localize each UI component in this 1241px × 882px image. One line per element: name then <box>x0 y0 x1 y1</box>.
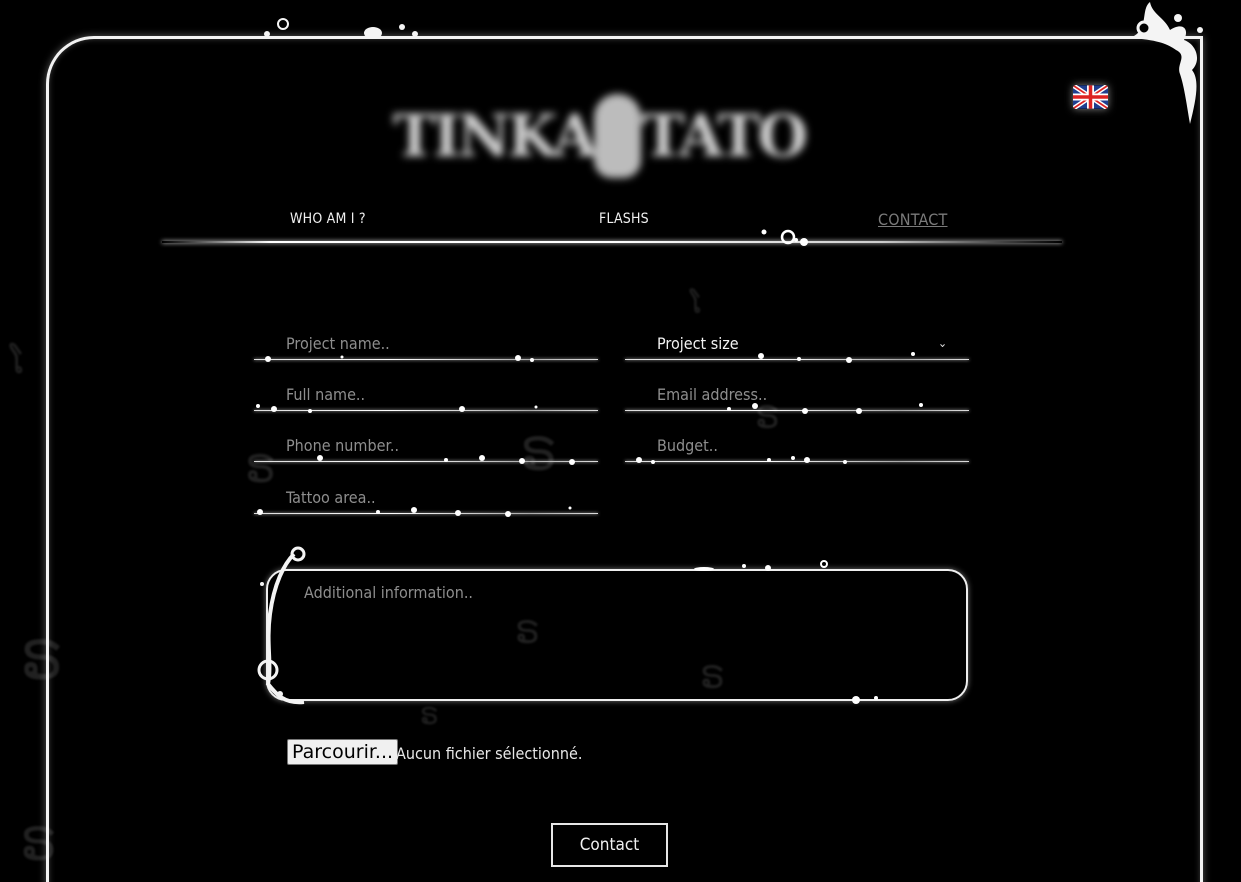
email-input[interactable]: Email address.. <box>625 379 969 415</box>
ink-splash-decoration <box>264 18 418 39</box>
phone-input[interactable]: Phone number.. <box>254 430 598 466</box>
ink-dots-decoration <box>852 696 878 704</box>
nav-who-am-i[interactable]: WHO AM I ? <box>290 211 366 227</box>
phone-placeholder: Phone number.. <box>286 436 400 455</box>
project-name-input[interactable]: Project name.. <box>254 328 598 364</box>
ink-vine-decoration <box>257 546 306 705</box>
chevron-down-icon: ⌄ <box>937 336 947 350</box>
full-name-input[interactable]: Full name.. <box>254 379 598 415</box>
additional-info-placeholder: Additional information.. <box>304 583 473 602</box>
additional-info-textarea[interactable]: Additional information.. <box>266 569 968 701</box>
ink-dots-decoration <box>636 456 847 464</box>
budget-input[interactable]: Budget.. <box>625 430 969 466</box>
project-size-value: Project size <box>657 334 739 353</box>
uk-flag-icon[interactable] <box>1073 85 1108 109</box>
contact-submit-button[interactable]: Contact <box>551 823 668 867</box>
bg-swirl-decoration: ໂ <box>10 342 25 382</box>
project-name-placeholder: Project name.. <box>286 334 390 353</box>
ink-dots-decoration <box>727 403 923 414</box>
ink-drip-decoration <box>1130 2 1203 124</box>
ink-dots-decoration <box>257 506 572 517</box>
logo-word-left: TINKA <box>393 102 597 170</box>
logo-word-right: TATO <box>641 102 808 170</box>
ink-dots-decoration <box>694 560 828 571</box>
full-name-placeholder: Full name.. <box>286 385 366 404</box>
ink-dots-decoration <box>758 352 915 363</box>
nav-active-marker <box>761 229 808 246</box>
ink-dots-decoration <box>317 455 575 465</box>
nav-underline <box>162 241 1062 243</box>
tattoo-area-placeholder: Tattoo area.. <box>286 488 376 507</box>
browse-file-button[interactable]: Parcourir... <box>287 739 399 765</box>
nav-contact[interactable]: CONTACT <box>878 210 948 229</box>
nav-flashs[interactable]: FLASHS <box>599 211 649 227</box>
ink-dots-decoration <box>265 355 534 362</box>
site-logo[interactable]: TINKA TATO <box>393 86 808 186</box>
ink-dots-decoration <box>256 404 538 413</box>
cat-logo-icon <box>594 94 642 178</box>
file-status-text: Aucun fichier sélectionné. <box>396 744 583 763</box>
project-size-select[interactable]: Project size ⌄ <box>625 328 969 364</box>
budget-placeholder: Budget.. <box>657 436 718 455</box>
email-placeholder: Email address.. <box>657 385 768 404</box>
tattoo-area-input[interactable]: Tattoo area.. <box>254 482 598 518</box>
contact-page: ໂ ຣ ຣ ຣ ຣ ຣ ຣ ຣ ໂ ຣ TINKA TATO WHO AM I … <box>0 0 1241 882</box>
